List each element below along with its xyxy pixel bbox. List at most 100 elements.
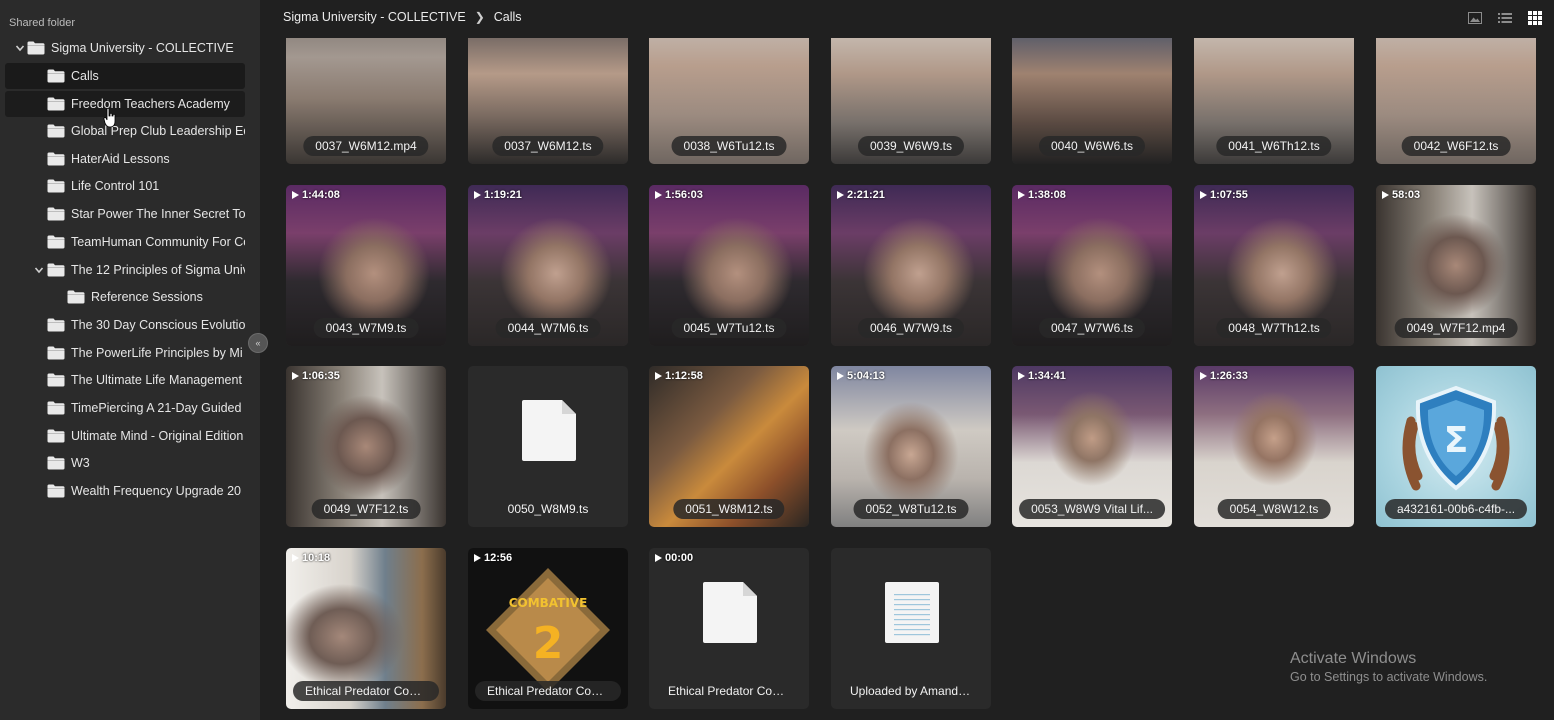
file-name: 0038_W6Tu12.ts bbox=[671, 136, 787, 156]
sidebar-item-wealth-frequency-upgrade-20[interactable]: Wealth Frequency Upgrade 20 bbox=[5, 478, 245, 504]
file-tile[interactable]: 0040_W6W6.ts bbox=[1012, 38, 1172, 164]
duration-text: 00:00 bbox=[665, 552, 694, 564]
folder-icon bbox=[27, 41, 45, 55]
list-view-button[interactable] bbox=[1497, 10, 1513, 26]
folder-icon bbox=[47, 318, 65, 332]
file-tile[interactable]: 0050_W8M9.ts bbox=[468, 366, 628, 527]
file-tile[interactable]: 1:06:35 0049_W7F12.ts bbox=[286, 366, 446, 527]
image-view-icon bbox=[1468, 12, 1482, 24]
duration-text: 1:19:21 bbox=[484, 189, 522, 201]
duration-badge: 1:19:21 bbox=[474, 189, 522, 201]
file-tile[interactable]: 0039_W6W9.ts bbox=[831, 38, 991, 164]
duration-badge: 1:56:03 bbox=[655, 189, 703, 201]
sidebar-item-timepiercing-a-21-day-guided[interactable]: TimePiercing A 21-Day Guided bbox=[5, 395, 245, 421]
file-name: 0053_W8W9 Vital Lif... bbox=[1019, 499, 1165, 519]
duration-badge: 00:00 bbox=[655, 552, 693, 564]
grid-view-icon bbox=[1528, 11, 1542, 25]
duration-text: 1:07:55 bbox=[1210, 189, 1248, 201]
sidebar-item-reference-sessions[interactable]: Reference Sessions bbox=[5, 284, 245, 310]
sidebar-item-calls[interactable]: Calls bbox=[5, 63, 245, 89]
folder-icon bbox=[47, 69, 65, 83]
sidebar-item-label: Freedom Teachers Academy bbox=[71, 97, 230, 111]
file-tile[interactable]: 0037_W6M12.mp4 bbox=[286, 38, 446, 164]
play-icon bbox=[655, 554, 662, 562]
sidebar-item-hateraid-lessons[interactable]: HaterAid Lessons bbox=[5, 146, 245, 172]
sidebar-item-the-30-day-conscious-evolution[interactable]: The 30 Day Conscious Evolution bbox=[5, 312, 245, 338]
duration-text: 1:44:08 bbox=[302, 189, 340, 201]
play-icon bbox=[292, 554, 299, 562]
file-name: 0037_W6M12.ts bbox=[492, 136, 604, 156]
duration-badge: 2:21:21 bbox=[837, 189, 885, 201]
duration-text: 58:03 bbox=[1392, 189, 1421, 201]
breadcrumb: Sigma University - COLLECTIVE ❯ Calls bbox=[283, 10, 522, 24]
sidebar-item-global-prep-club-leadership-ed[interactable]: Global Prep Club Leadership Ed bbox=[5, 118, 245, 144]
sidebar-item-label: TeamHuman Community For Co bbox=[71, 235, 245, 249]
folder-icon bbox=[67, 290, 85, 304]
file-name: 0043_W7M9.ts bbox=[313, 318, 419, 338]
file-tile[interactable]: 00:00 Ethical Predator Com... bbox=[649, 548, 809, 709]
chevron-down-icon[interactable] bbox=[33, 264, 45, 276]
duration-text: 1:38:08 bbox=[1028, 189, 1066, 201]
sidebar-item-star-power-the-inner-secret-to[interactable]: Star Power The Inner Secret To bbox=[5, 201, 245, 227]
file-name: 0051_W8M12.ts bbox=[673, 499, 785, 519]
file-tile[interactable]: COMBATIVE 2 12:56 Ethical Predator Com... bbox=[468, 548, 628, 709]
file-tile[interactable]: 1:34:41 0053_W8W9 Vital Lif... bbox=[1012, 366, 1172, 527]
sidebar-item-the-ultimate-life-management[interactable]: The Ultimate Life Management bbox=[5, 367, 245, 393]
sidebar-item-ultimate-mind-original-edition[interactable]: Ultimate Mind - Original Edition bbox=[5, 423, 245, 449]
file-tile[interactable]: 0038_W6Tu12.ts bbox=[649, 38, 809, 164]
duration-badge: 5:04:13 bbox=[837, 370, 885, 382]
file-tile[interactable]: 10:18 Ethical Predator Com... bbox=[286, 548, 446, 709]
file-tile[interactable]: 1:56:03 0045_W7Tu12.ts bbox=[649, 185, 809, 346]
badge-number: 2 bbox=[532, 618, 564, 669]
sidebar-item-label: The PowerLife Principles by Mi bbox=[71, 346, 243, 360]
breadcrumb-root[interactable]: Sigma University - COLLECTIVE bbox=[283, 10, 466, 24]
play-icon bbox=[292, 372, 299, 380]
play-icon bbox=[1382, 191, 1389, 199]
file-tile[interactable]: 1:19:21 0044_W7M6.ts bbox=[468, 185, 628, 346]
sidebar-item-life-control-101[interactable]: Life Control 101 bbox=[5, 173, 245, 199]
grid-view-button[interactable] bbox=[1527, 10, 1543, 26]
duration-badge: 1:06:35 bbox=[292, 370, 340, 382]
file-tile[interactable]: 0042_W6F12.ts bbox=[1376, 38, 1536, 164]
file-tile[interactable]: 1:12:58 0051_W8M12.ts bbox=[649, 366, 809, 527]
file-tile[interactable]: 58:03 0049_W7F12.mp4 bbox=[1376, 185, 1536, 346]
image-view-button[interactable] bbox=[1467, 10, 1483, 26]
play-icon bbox=[1200, 191, 1207, 199]
sidebar-item-sigma-university-collective[interactable]: Sigma University - COLLECTIVE bbox=[5, 35, 245, 61]
folder-icon bbox=[47, 373, 65, 387]
sidebar-item-label: Global Prep Club Leadership Ed bbox=[71, 124, 245, 138]
file-name: a432161-00b6-c4fb-... bbox=[1384, 499, 1528, 519]
file-tile[interactable]: Σa432161-00b6-c4fb-... bbox=[1376, 366, 1536, 527]
file-name: 0042_W6F12.ts bbox=[1401, 136, 1511, 156]
breadcrumb-current[interactable]: Calls bbox=[494, 10, 522, 24]
file-tile[interactable]: 1:44:08 0043_W7M9.ts bbox=[286, 185, 446, 346]
file-grid: 0037_W6M12.mp4 0037_W6M12.ts 0038_W6Tu12.t… bbox=[260, 38, 1554, 720]
chevron-down-icon[interactable] bbox=[14, 42, 26, 54]
duration-text: 1:26:33 bbox=[1210, 370, 1248, 382]
sidebar-item-label: Wealth Frequency Upgrade 20 bbox=[71, 484, 242, 498]
sidebar-item-the-12-principles-of-sigma-unive[interactable]: The 12 Principles of Sigma Unive bbox=[5, 257, 245, 283]
file-tile[interactable]: 2:21:21 0046_W7W9.ts bbox=[831, 185, 991, 346]
file-tile[interactable]: 1:07:55 0048_W7Th12.ts bbox=[1194, 185, 1354, 346]
play-icon bbox=[655, 191, 662, 199]
folder-icon bbox=[47, 401, 65, 415]
sidebar-item-label: Calls bbox=[71, 69, 99, 83]
sidebar-item-teamhuman-community-for-co[interactable]: TeamHuman Community For Co bbox=[5, 229, 245, 255]
sidebar-item-w3[interactable]: W3 bbox=[5, 450, 245, 476]
badge-text: COMBATIVE bbox=[508, 596, 588, 610]
sidebar-collapse-button[interactable]: « bbox=[248, 333, 268, 353]
file-name: 0041_W6Th12.ts bbox=[1216, 136, 1332, 156]
sidebar-item-label: Ultimate Mind - Original Edition bbox=[71, 429, 244, 443]
file-tile[interactable]: Uploaded by Amanda ... bbox=[831, 548, 991, 709]
watermark-title: Activate Windows bbox=[1290, 650, 1417, 667]
file-tile[interactable]: 0041_W6Th12.ts bbox=[1194, 38, 1354, 164]
folder-icon bbox=[47, 346, 65, 360]
sidebar-item-freedom-teachers-academy[interactable]: Freedom Teachers Academy bbox=[5, 91, 245, 117]
sidebar-item-the-powerlife-principles-by-mi[interactable]: The PowerLife Principles by Mi bbox=[5, 340, 245, 366]
file-tile[interactable]: 0037_W6M12.ts bbox=[468, 38, 628, 164]
file-tile[interactable]: 1:38:08 0047_W7W6.ts bbox=[1012, 185, 1172, 346]
folder-icon bbox=[47, 152, 65, 166]
file-tile[interactable]: 1:26:33 0054_W8W12.ts bbox=[1194, 366, 1354, 527]
file-tile[interactable]: 5:04:13 0052_W8Tu12.ts bbox=[831, 366, 991, 527]
duration-badge: 1:44:08 bbox=[292, 189, 340, 201]
